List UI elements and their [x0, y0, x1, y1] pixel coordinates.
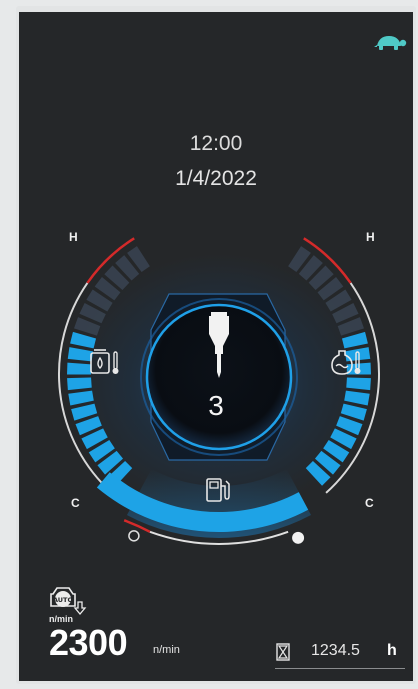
- hydraulic-high-label: H: [366, 230, 375, 244]
- coolant-temperature-icon: [90, 349, 119, 374]
- fuel-pump-icon: [206, 478, 230, 502]
- hour-meter-underline: [275, 668, 405, 669]
- dashboard-screen: 12:00 1/4/2022 H C H C 3 AUTO n/min 2300…: [19, 12, 413, 681]
- hour-meter-value: 1234.5: [311, 642, 360, 659]
- clock-time: 12:00: [189, 132, 243, 155]
- fuel-empty-marker: [128, 530, 140, 542]
- hydraulic-low-label: C: [365, 496, 374, 510]
- coolant-gauge-segment: [67, 362, 92, 375]
- turtle-icon[interactable]: [373, 34, 407, 52]
- fuel-full-marker: [292, 531, 305, 544]
- breaker-setting-value: 3: [208, 390, 224, 421]
- coolant-low-label: C: [71, 496, 80, 510]
- engine-rpm-unit: n/min: [153, 644, 180, 656]
- hydraulic-oil-temperature-icon: [331, 350, 361, 375]
- hourglass-icon: [276, 643, 290, 661]
- clock-date: 1/4/2022: [175, 167, 257, 190]
- hour-meter-unit: h: [387, 642, 397, 659]
- coolant-high-label: H: [69, 230, 78, 244]
- hydraulic-breaker-icon: [209, 312, 229, 378]
- svg-text:AUTO: AUTO: [53, 596, 74, 604]
- engine-rpm-value: 2300: [49, 622, 128, 663]
